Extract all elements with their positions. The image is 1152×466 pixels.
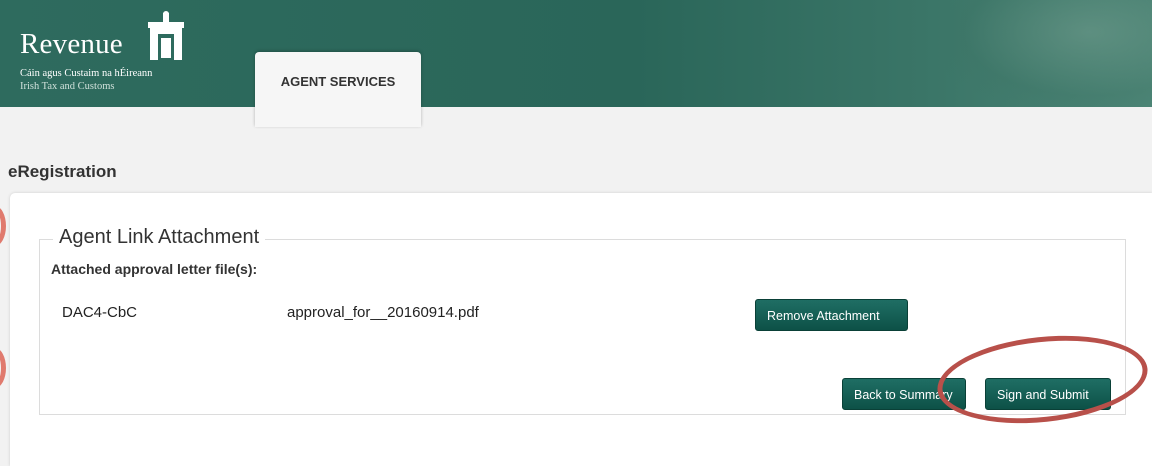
tab-label: AGENT SERVICES (280, 74, 396, 89)
attached-files-label: Attached approval letter file(s): (51, 261, 258, 277)
logo-wordmark: Revenue (20, 28, 123, 60)
logo-subtitle-irish: Cáin agus Custaim na hÉireann (20, 68, 153, 79)
annotation-mark (0, 206, 6, 246)
content-panel: Agent Link Attachment Attached approval … (10, 193, 1152, 466)
tab-agent-services[interactable]: AGENT SERVICES (255, 52, 421, 127)
remove-attachment-button[interactable]: Remove Attachment (755, 299, 908, 331)
logo-subtitle-english: Irish Tax and Customs (20, 81, 115, 92)
harp-crest-icon (148, 11, 184, 60)
page-title: eRegistration (8, 162, 117, 181)
attachment-type: DAC4-CbC (62, 304, 138, 321)
section-legend: Agent Link Attachment (53, 226, 266, 249)
attachment-filename: approval_for__20160914.pdf (287, 304, 479, 321)
annotation-mark (0, 348, 6, 388)
banner-tree-decoration (942, 0, 1152, 107)
header-banner: Revenue Cáin agus Custaim na hÉireann Ir… (0, 0, 1152, 107)
